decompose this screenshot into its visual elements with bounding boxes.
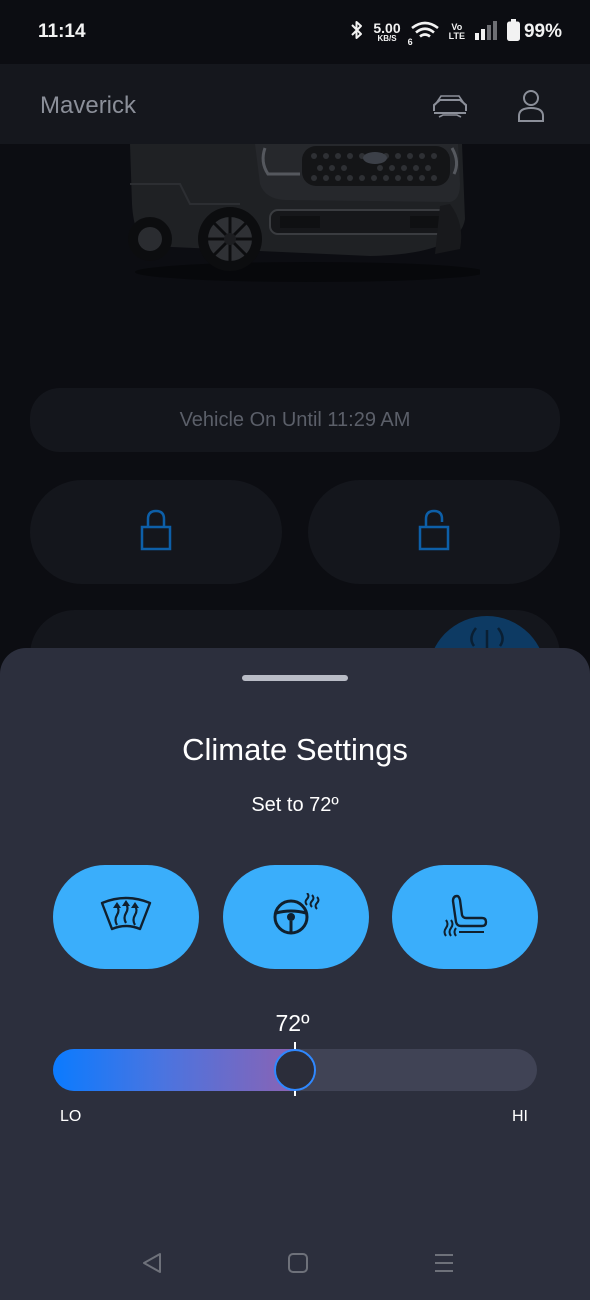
battery: 99%: [506, 18, 562, 46]
network-speed-value: 5.00: [373, 20, 401, 36]
climate-settings-sheet: Climate Settings Set to 72º 72º LO HI: [0, 648, 590, 1300]
lock-icon: [140, 509, 172, 556]
unlock-icon: [418, 509, 450, 556]
heated-steering-wheel-icon: [271, 891, 321, 942]
lock-button[interactable]: [30, 480, 282, 584]
status-icons: 5.00 KB/S 6 Vo LTE 99%: [350, 18, 562, 47]
battery-icon: [506, 18, 520, 46]
vehicle-status-pill: Vehicle On Until 11:29 AM: [30, 388, 560, 452]
wifi-icon: 6: [407, 20, 440, 47]
front-defrost-icon: [99, 895, 153, 940]
back-icon[interactable]: [132, 1248, 172, 1278]
sheet-title: Climate Settings: [182, 732, 408, 767]
bluetooth-icon: [350, 19, 364, 46]
menu-icon[interactable]: [424, 1248, 464, 1278]
vehicle-image: [120, 144, 485, 284]
status-bar: 11:14 5.00 KB/S 6 Vo LTE 99%: [0, 0, 590, 64]
temperature-slider-thumb[interactable]: [274, 1049, 316, 1091]
navigation-bar: [0, 1230, 590, 1300]
slider-max-label: HI: [512, 1108, 528, 1125]
vehicle-icon[interactable]: [430, 86, 470, 126]
heated-seat-icon: [442, 892, 488, 943]
unlock-button[interactable]: [308, 480, 560, 584]
vehicle-status-text: Vehicle On Until 11:29 AM: [179, 408, 411, 431]
front-defrost-button[interactable]: [53, 865, 199, 969]
network-speed: 5.00 KB/S: [373, 21, 400, 43]
heated-steering-wheel-button[interactable]: [223, 865, 369, 969]
slider-min-label: LO: [60, 1108, 82, 1125]
volte-bottom: LTE: [448, 31, 465, 41]
network-speed-unit: KB/S: [377, 34, 397, 43]
app-header: Maverick: [0, 64, 590, 144]
battery-percent: 99%: [523, 21, 562, 42]
sheet-subtitle: Set to 72º: [251, 794, 339, 816]
screen: 11:14 5.00 KB/S 6 Vo LTE 99% Maverick Ve…: [0, 0, 590, 1300]
wifi-badge: 6: [407, 37, 413, 47]
heated-seat-button[interactable]: [392, 865, 538, 969]
home-icon[interactable]: [278, 1248, 318, 1278]
status-time: 11:14: [38, 21, 86, 42]
volte-indicator: Vo LTE: [449, 23, 465, 41]
vehicle-name-title: Maverick: [40, 92, 137, 119]
temperature-value: 72º: [275, 1010, 310, 1036]
temperature-slider-fill: [53, 1049, 295, 1091]
sheet-drag-handle[interactable]: [242, 675, 348, 681]
profile-icon[interactable]: [511, 86, 551, 126]
signal-icon: [474, 20, 498, 45]
